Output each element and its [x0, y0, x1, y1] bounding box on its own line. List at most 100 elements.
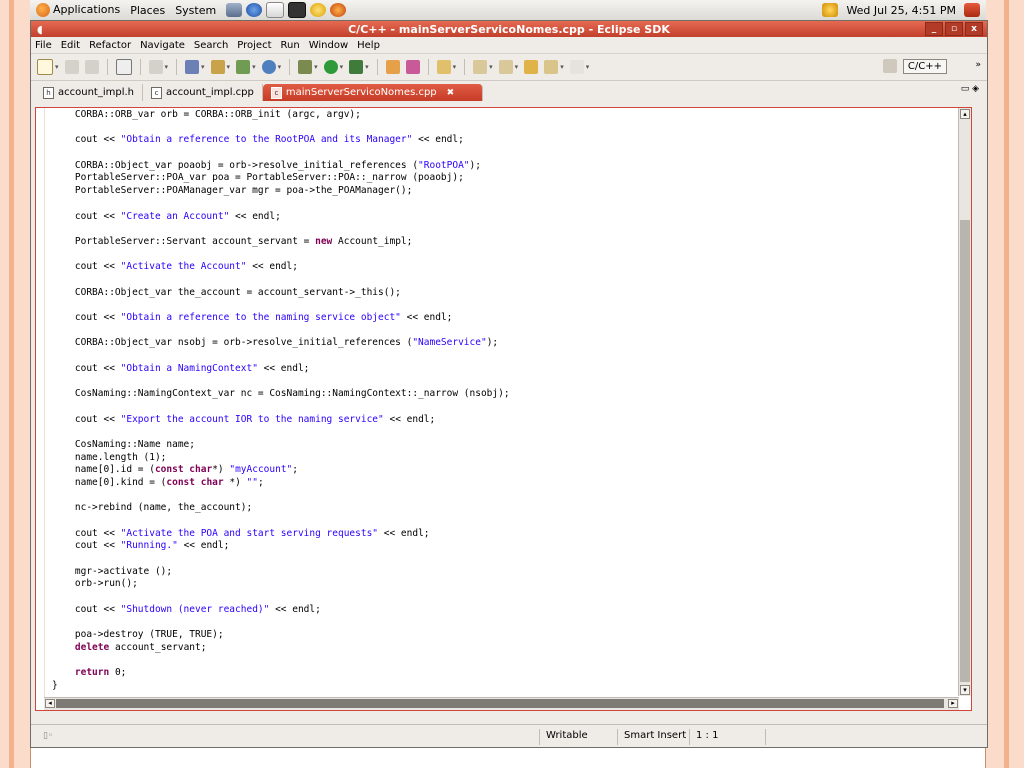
back-icon[interactable] [544, 60, 559, 74]
firefox-launcher-icon[interactable] [330, 3, 347, 17]
code-line[interactable]: cout << "Shutdown (never reached)" << en… [52, 604, 510, 617]
browser-launcher-icon[interactable] [246, 3, 263, 17]
new-folder-dropdown-icon[interactable]: ▾ [227, 63, 231, 71]
code-line[interactable]: CORBA::Object_var poaobj = orb->resolve_… [52, 160, 510, 173]
external-tools-dropdown-icon[interactable]: ▾ [365, 63, 369, 71]
clock[interactable]: Wed Jul 25, 4:51 PM [846, 4, 956, 17]
new-file-icon[interactable] [261, 60, 276, 74]
code-line[interactable]: cout << "Running." << endl; [52, 540, 510, 553]
code-line[interactable] [52, 490, 510, 503]
code-editor[interactable]: CORBA::ORB_var orb = CORBA::ORB_init (ar… [35, 107, 972, 711]
menu-file[interactable]: File [35, 40, 52, 51]
open-folder-dropdown-icon[interactable]: ▾ [453, 63, 457, 71]
new-class-dropdown-icon[interactable]: ▾ [252, 63, 256, 71]
code-line[interactable]: } [52, 680, 510, 693]
code-line[interactable]: orb->run(); [52, 578, 510, 591]
close-tab-icon[interactable]: ✖ [447, 88, 455, 98]
editor-gutter[interactable] [36, 108, 45, 710]
code-line[interactable]: delete account_servant; [52, 642, 510, 655]
debug-dropdown-icon[interactable]: ▾ [314, 63, 318, 71]
code-line[interactable] [52, 299, 510, 312]
menu-run[interactable]: Run [281, 40, 300, 51]
debug-icon[interactable] [298, 60, 313, 74]
code-line[interactable]: nc->rebind (name, the_account); [52, 502, 510, 515]
code-line[interactable]: cout << "Export the account IOR to the n… [52, 414, 510, 427]
eclipse-app-icon[interactable]: ◖ [37, 23, 43, 36]
new-cpp-project-icon[interactable] [185, 60, 200, 74]
tab-account-impl-cpp[interactable]: c account_impl.cpp [143, 84, 263, 101]
print-icon[interactable] [84, 60, 99, 74]
menu-project[interactable]: Project [237, 40, 271, 51]
new-icon[interactable] [37, 59, 53, 75]
search-icon[interactable] [405, 60, 420, 74]
new-class-icon[interactable] [236, 60, 251, 74]
code-line[interactable] [52, 350, 510, 363]
code-line[interactable]: cout << "Activate the Account" << endl; [52, 261, 510, 274]
logout-icon[interactable] [964, 3, 980, 17]
terminal-launcher-icon[interactable] [288, 2, 307, 18]
menu-window[interactable]: Window [309, 40, 348, 51]
build-icon[interactable] [115, 59, 132, 75]
menu-search[interactable]: Search [194, 40, 228, 51]
code-line[interactable]: cout << "Activate the POA and start serv… [52, 528, 510, 541]
open-perspective-icon[interactable] [882, 59, 897, 73]
horizontal-scrollbar[interactable]: ◂ ▸ [44, 697, 959, 710]
new-folder-icon[interactable] [210, 60, 225, 74]
code-line[interactable]: PortableServer::Servant account_servant … [52, 236, 510, 249]
code-line[interactable] [52, 375, 510, 388]
code-line[interactable]: cout << "Create an Account" << endl; [52, 211, 510, 224]
tab-account-impl-h[interactable]: h account_impl.h [35, 84, 144, 101]
previous-annotation-dropdown-icon[interactable]: ▾ [515, 63, 519, 71]
code-line[interactable] [52, 274, 510, 287]
new-file-dropdown-icon[interactable]: ▾ [278, 63, 282, 71]
scroll-up-arrow-icon[interactable]: ▴ [960, 109, 970, 119]
code-line[interactable]: CORBA::ORB_var orb = CORBA::ORB_init (ar… [52, 109, 510, 122]
code-line[interactable]: return 0; [52, 667, 510, 680]
vertical-scrollbar-thumb[interactable] [960, 220, 970, 682]
toolbar-overflow-icon[interactable]: » [975, 60, 981, 70]
tab-main-server[interactable]: c mainServerServicoNomes.cpp ✖ [262, 84, 484, 101]
menu-edit[interactable]: Edit [61, 40, 80, 51]
places-menu[interactable]: Places [130, 4, 165, 17]
code-line[interactable]: name[0].kind = (const char *) ""; [52, 477, 510, 490]
code-line[interactable]: name.length (1); [52, 452, 510, 465]
code-line[interactable]: mgr->activate (); [52, 566, 510, 579]
open-folder-icon[interactable] [436, 60, 451, 74]
code-line[interactable]: CosNaming::NamingContext_var nc = CosNam… [52, 388, 510, 401]
new-dropdown-icon[interactable]: ▾ [55, 63, 59, 71]
code-line[interactable]: name[0].id = (const char*) "myAccount"; [52, 464, 510, 477]
code-line[interactable] [52, 655, 510, 668]
forward-dropdown-icon[interactable]: ▾ [586, 63, 590, 71]
code-line[interactable]: cout << "Obtain a reference to the RootP… [52, 134, 510, 147]
previous-annotation-icon[interactable] [498, 60, 513, 74]
code-line[interactable]: poa->destroy (TRUE, TRUE); [52, 629, 510, 642]
save-icon[interactable] [64, 60, 79, 74]
code-line[interactable] [52, 249, 510, 262]
code-line[interactable] [52, 198, 510, 211]
perspective-cpp-button[interactable]: C/C++ [902, 58, 947, 74]
history-icon[interactable] [148, 60, 163, 74]
code-line[interactable]: PortableServer::POA_var poa = PortableSe… [52, 172, 510, 185]
code-area[interactable]: CORBA::ORB_var orb = CORBA::ORB_init (ar… [52, 109, 510, 693]
email-launcher-icon[interactable] [226, 3, 243, 17]
minimize-button[interactable]: _ [925, 22, 943, 36]
run-icon[interactable] [323, 60, 338, 74]
menu-refactor[interactable]: Refactor [89, 40, 131, 51]
code-line[interactable]: cout << "Obtain a NamingContext" << endl… [52, 363, 510, 376]
new-project-dropdown-icon[interactable]: ▾ [201, 63, 205, 71]
code-line[interactable]: PortableServer::POAManager_var mgr = poa… [52, 185, 510, 198]
text-editor-launcher-icon[interactable] [266, 2, 285, 18]
update-notifier-icon[interactable] [822, 3, 839, 17]
menu-navigate[interactable]: Navigate [140, 40, 185, 51]
system-menu[interactable]: System [175, 4, 216, 17]
run-dropdown-icon[interactable]: ▾ [340, 63, 344, 71]
code-line[interactable] [52, 325, 510, 338]
scroll-left-arrow-icon[interactable]: ◂ [45, 699, 55, 708]
code-line[interactable] [52, 223, 510, 236]
code-line[interactable] [52, 401, 510, 414]
fast-view-icon[interactable]: ▯◦ [43, 731, 53, 741]
code-line[interactable]: CORBA::Object_var the_account = account_… [52, 287, 510, 300]
help-launcher-icon[interactable] [310, 3, 327, 17]
code-line[interactable]: cout << "Obtain a reference to the namin… [52, 312, 510, 325]
code-line[interactable]: CORBA::Object_var nsobj = orb->resolve_i… [52, 337, 510, 350]
